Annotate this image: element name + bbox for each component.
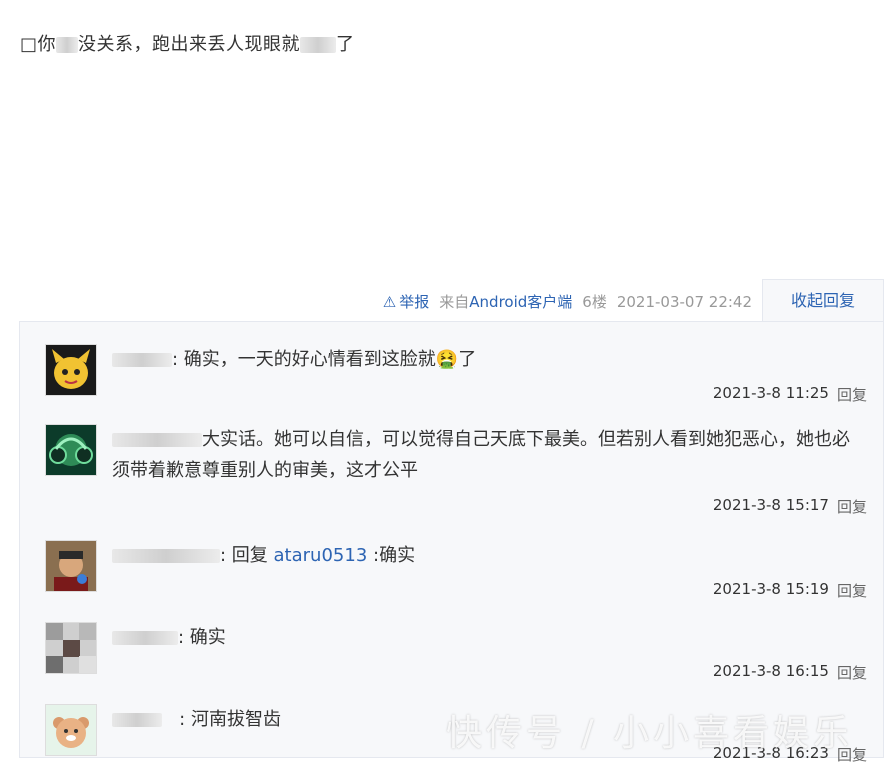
- username[interactable]: [112, 353, 172, 367]
- report-link[interactable]: ⚠ 举报: [383, 291, 429, 312]
- post-text: 没关系，跑出来丢人现眼就: [78, 34, 301, 55]
- report-label: 举报: [399, 293, 430, 311]
- reply-time: 2021-3-8 15:17: [712, 496, 829, 514]
- reply-content: : 回复 ataru0513 :确实: [112, 540, 867, 571]
- post-content: □你 没关系，跑出来丢人现眼就 了: [20, 30, 355, 56]
- reply-time: 2021-3-8 16:15: [712, 662, 829, 680]
- reply-button[interactable]: 回复: [837, 662, 867, 683]
- pixelated-avatar[interactable]: [45, 622, 97, 674]
- reply-content: : 确实: [112, 622, 867, 653]
- bear-avatar[interactable]: [45, 704, 97, 756]
- reply-list: : 确实，一天的好心情看到这脸就🤮了 2021-3-8 11:25 回复 大实话…: [19, 321, 884, 764]
- list-item: : 确实 2021-3-8 16:15 回复: [20, 600, 883, 682]
- mention-link[interactable]: ataru0513: [274, 545, 368, 566]
- post-prefix: □你: [20, 34, 57, 55]
- username[interactable]: [112, 713, 162, 727]
- reply-button[interactable]: 回复: [837, 580, 867, 601]
- man-portrait-avatar[interactable]: [45, 540, 97, 592]
- reply-timeline: 2021-3-8 15:17 回复: [713, 496, 867, 517]
- reply-timeline: 2021-3-8 16:15 回复: [713, 662, 867, 683]
- reply-text: :确实: [367, 545, 416, 566]
- reply-content: : 确实，一天的好心情看到这脸就🤮了: [112, 344, 867, 375]
- blurred-text: [56, 37, 79, 53]
- reply-button[interactable]: 回复: [837, 496, 867, 517]
- yellow-cartoon-avatar[interactable]: [45, 344, 97, 396]
- reply-timeline: 2021-3-8 15:19 回复: [713, 580, 867, 601]
- warning-icon: ⚠: [382, 292, 397, 311]
- list-item: : 回复 ataru0513 :确实 2021-3-8 15:19 回复: [20, 518, 883, 600]
- floor-number: 6楼: [582, 293, 607, 311]
- reply-text: 确实: [189, 627, 226, 648]
- reply-content: 大实话。她可以自信，可以觉得自己天底下最美。但若别人看到她犯恶心，她也必须带着歉…: [112, 424, 867, 486]
- reply-time: 2021-3-8 15:19: [712, 580, 829, 598]
- collapse-replies-button[interactable]: 收起回复: [762, 279, 884, 322]
- reply-text: 大实话。她可以自信，可以觉得自己天底下最美。但若别人看到她犯恶心，她也必须带着歉…: [112, 429, 850, 481]
- username[interactable]: [112, 631, 178, 645]
- list-item: 大实话。她可以自信，可以觉得自己天底下最美。但若别人看到她犯恶心，她也必须带着歉…: [20, 402, 883, 518]
- client-source: 来自Android客户端: [439, 293, 573, 311]
- post-meta: ⚠ 举报 来自Android客户端 6楼 2021-03-07 22:42 收起…: [0, 279, 896, 322]
- username[interactable]: [112, 433, 202, 447]
- list-item: : 确实，一天的好心情看到这脸就🤮了 2021-3-8 11:25 回复: [20, 322, 883, 404]
- green-headphone-avatar[interactable]: [45, 424, 97, 476]
- reply-prefix: 回复: [231, 545, 274, 566]
- post-suffix: 了: [336, 34, 355, 55]
- blurred-text: [300, 37, 337, 53]
- watermark: 快传号 / 小小喜看娱乐: [446, 713, 854, 754]
- reply-text: 确实，一天的好心情看到这脸就🤮了: [183, 349, 477, 370]
- post-datetime: 2021-03-07 22:42: [616, 292, 752, 311]
- reply-text: 河南拔智齿: [190, 709, 281, 730]
- client-link[interactable]: Android客户端: [469, 293, 572, 311]
- username[interactable]: [112, 549, 220, 563]
